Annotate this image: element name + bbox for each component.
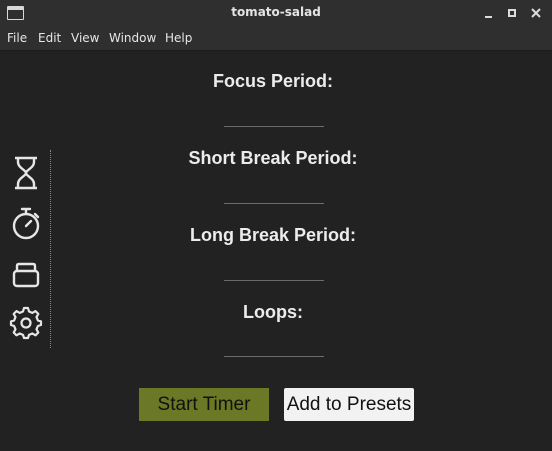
app-window: tomato-salad File Edit View Window Help bbox=[0, 0, 552, 451]
loops-input[interactable] bbox=[224, 333, 324, 357]
menu-help[interactable]: Help bbox=[165, 31, 192, 45]
close-icon bbox=[531, 8, 541, 18]
presets-stack-icon bbox=[12, 262, 40, 288]
stopwatch-icon bbox=[12, 207, 40, 240]
short-break-input[interactable] bbox=[224, 180, 324, 204]
menu-edit[interactable]: Edit bbox=[38, 31, 61, 45]
title-bar[interactable]: tomato-salad bbox=[0, 0, 552, 27]
menu-view[interactable]: View bbox=[71, 31, 99, 45]
sidebar-divider bbox=[50, 150, 51, 348]
sidebar-stopwatch-button[interactable] bbox=[8, 205, 44, 243]
menu-window[interactable]: Window bbox=[109, 31, 156, 45]
focus-period-input[interactable] bbox=[224, 103, 324, 127]
gear-icon bbox=[9, 306, 43, 340]
long-break-input[interactable] bbox=[224, 257, 324, 281]
maximize-button[interactable] bbox=[503, 4, 521, 22]
add-to-presets-button[interactable]: Add to Presets bbox=[284, 388, 414, 421]
long-break-label: Long Break Period: bbox=[189, 225, 357, 245]
window-title: tomato-salad bbox=[231, 5, 321, 19]
short-break-label: Short Break Period: bbox=[188, 148, 358, 168]
menu-file[interactable]: File bbox=[7, 31, 27, 45]
sidebar-presets-button[interactable] bbox=[8, 255, 44, 293]
focus-period-label: Focus Period: bbox=[212, 71, 333, 91]
menu-bar: File Edit View Window Help bbox=[0, 27, 552, 51]
close-button[interactable] bbox=[527, 4, 545, 22]
sidebar-timer-button[interactable] bbox=[8, 154, 44, 192]
hourglass-icon bbox=[15, 156, 37, 190]
sidebar-settings-button[interactable] bbox=[8, 304, 44, 342]
start-timer-button[interactable]: Start Timer bbox=[139, 388, 269, 421]
minimize-button[interactable] bbox=[480, 4, 498, 22]
loops-label: Loops: bbox=[243, 302, 303, 322]
